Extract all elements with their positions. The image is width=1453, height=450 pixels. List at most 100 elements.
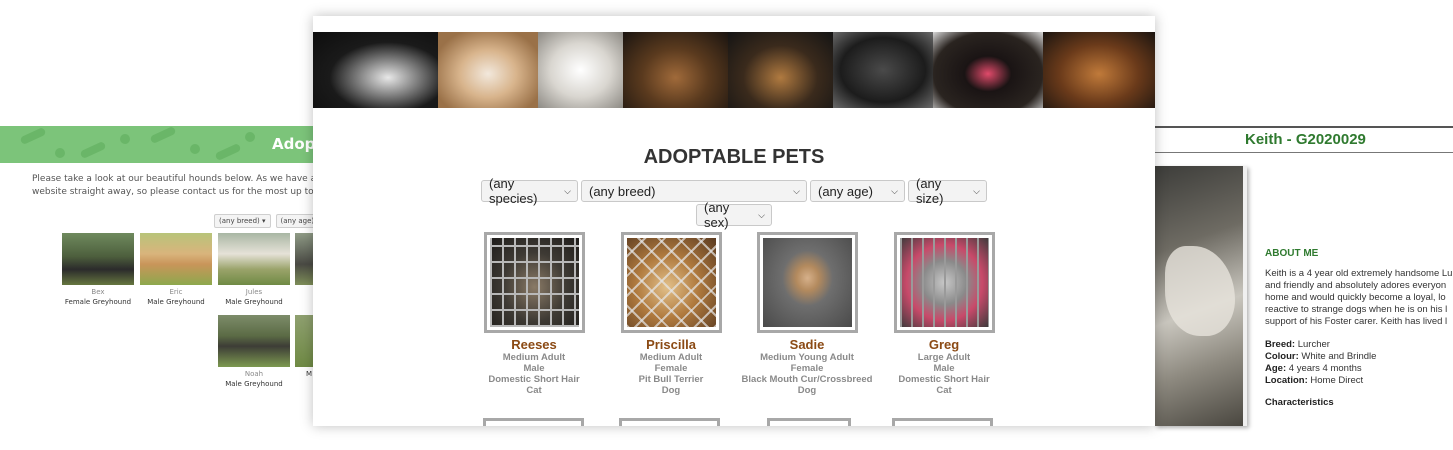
hound-photo: [140, 233, 212, 285]
sex-select[interactable]: (any sex) ⌵: [696, 200, 772, 230]
hound-photo: [62, 233, 134, 285]
species-select[interactable]: (any species) ⌵: [481, 176, 578, 206]
hound-card[interactable]: Bex Female Greyhound: [61, 233, 135, 306]
species-select-value: (any species): [489, 176, 538, 206]
about-line: support of his Foster carer. Keith has l…: [1265, 316, 1448, 327]
left-page-intro: Please take a look at our beautiful houn…: [32, 173, 322, 199]
left-page-banner: Adopt: [0, 126, 340, 163]
pet-photo-frame: [893, 232, 995, 333]
chevron-down-icon: ⌵: [973, 185, 980, 196]
fact-value: Home Direct: [1310, 375, 1364, 386]
fact-location: Location: Home Direct: [1265, 375, 1376, 387]
about-text: Keith is a 4 year old extremely handsome…: [1265, 268, 1453, 328]
chevron-down-icon: ⌵: [793, 185, 800, 196]
age-select[interactable]: (any age) ⌵: [810, 180, 905, 202]
characteristics-heading: Characteristics: [1265, 397, 1334, 408]
about-line: Keith is a 4 year old extremely handsome…: [1265, 268, 1453, 279]
pet-breed: Domestic Short Hair: [488, 374, 580, 385]
filter-bar: (any species) ⌵ (any breed) ⌵ (any age) …: [313, 176, 1155, 206]
pet-card-partial[interactable]: [767, 418, 851, 426]
age-select-value: (any age): [818, 183, 873, 199]
about-heading: ABOUT ME: [1265, 248, 1319, 259]
fact-breed: Breed: Lurcher: [1265, 339, 1376, 351]
pet-sex: Male: [933, 363, 955, 374]
chevron-down-icon: ⌵: [564, 185, 571, 196]
pet-profile-page: Keith - G2020029 ABOUT ME Keith is a 4 y…: [1155, 126, 1453, 426]
pet-photo-frame: [756, 232, 858, 333]
pet-name[interactable]: Priscilla: [601, 337, 741, 352]
profile-photo: [1155, 166, 1247, 426]
pet-species: Dog: [797, 385, 817, 396]
hound-desc: Male Greyhound: [225, 380, 283, 388]
fact-age: Age: 4 years 4 months: [1265, 363, 1376, 375]
hound-name: Bex: [91, 288, 105, 296]
breed-select[interactable]: (any breed) ⌵: [581, 180, 807, 202]
pet-card[interactable]: Priscilla Medium Adult Female Pit Bull T…: [601, 232, 741, 396]
pet-species: Cat: [526, 385, 542, 396]
profile-facts: Breed: Lurcher Colour: White and Brindle…: [1265, 339, 1376, 387]
hound-photo: [218, 315, 290, 367]
puppies-banner: [313, 32, 1155, 108]
left-filter-bar: (any breed) ▾ (any age) ▾: [214, 214, 325, 228]
pet-card[interactable]: Reeses Medium Adult Male Domestic Short …: [464, 232, 604, 396]
fact-value: Lurcher: [1297, 339, 1330, 350]
pet-breed: Black Mouth Cur/Crossbreed: [741, 374, 873, 385]
hound-desc: Male Greyhound: [147, 298, 205, 306]
pet-size-age: Medium Adult: [502, 352, 566, 363]
greyhound-adoption-page: Adopt Please take a look at our beautifu…: [0, 126, 340, 426]
hound-name: Jules: [245, 288, 263, 296]
pet-species: Cat: [936, 385, 952, 396]
pet-photo-frame: [620, 232, 722, 333]
fact-label: Colour:: [1265, 351, 1299, 362]
size-select[interactable]: (any size) ⌵: [908, 176, 987, 206]
hound-card[interactable]: Eric Male Greyhound: [139, 233, 213, 306]
pet-species: Dog: [661, 385, 681, 396]
fact-label: Breed:: [1265, 339, 1296, 350]
pet-name[interactable]: Sadie: [737, 337, 877, 352]
about-line: and friendly and absolutely adores every…: [1265, 280, 1447, 291]
page-title: ADOPTABLE PETS: [643, 146, 825, 168]
about-line: reactive to strange dogs when he is on h…: [1265, 304, 1448, 315]
pet-photo: [762, 238, 852, 327]
pet-sex: Male: [523, 363, 545, 374]
chevron-down-icon: ⌵: [758, 209, 765, 220]
pet-breed: Domestic Short Hair: [898, 374, 990, 385]
pet-breed: Pit Bull Terrier: [638, 374, 704, 385]
fact-colour: Colour: White and Brindle: [1265, 351, 1376, 363]
size-select-value: (any size): [916, 176, 944, 206]
intro-line: Please take a look at our beautiful houn…: [32, 174, 322, 184]
pet-photo: [626, 238, 716, 327]
about-line: home and would quickly become a loyal, l…: [1265, 292, 1446, 303]
hound-card[interactable]: Noah Male Greyhound: [217, 315, 291, 388]
intro-line: website straight away, so please contact…: [32, 187, 322, 197]
sex-select-value: (any sex): [704, 200, 730, 230]
pet-size-age: Medium Adult: [639, 352, 703, 363]
breed-select-value: (any breed): [589, 183, 656, 199]
pet-card-partial[interactable]: [892, 418, 993, 426]
hound-name: Noah: [244, 370, 264, 378]
pet-photo: [899, 238, 989, 327]
hound-card[interactable]: Jules Male Greyhound: [217, 233, 291, 306]
pet-card-partial[interactable]: [483, 418, 584, 426]
left-breed-filter[interactable]: (any breed) ▾: [214, 214, 271, 228]
pet-name[interactable]: Reeses: [464, 337, 604, 352]
adoptable-pets-page: ADOPTABLE PETS (any species) ⌵ (any bree…: [313, 16, 1155, 426]
hound-name: Eric: [169, 288, 183, 296]
pet-card[interactable]: Sadie Medium Young Adult Female Black Mo…: [737, 232, 877, 396]
pet-sex: Female: [654, 363, 688, 374]
pet-card[interactable]: Greg Large Adult Male Domestic Short Hai…: [874, 232, 1014, 396]
pet-size-age: Medium Young Adult: [760, 352, 854, 363]
title-divider: [1155, 152, 1453, 153]
fact-value: 4 years 4 months: [1288, 363, 1362, 374]
pet-card-partial[interactable]: [619, 418, 720, 426]
pet-name[interactable]: Greg: [874, 337, 1014, 352]
chevron-down-icon: ⌵: [891, 185, 898, 196]
fact-value: White and Brindle: [1301, 351, 1377, 362]
pet-photo-frame: [483, 232, 585, 333]
title-divider: [1155, 126, 1453, 128]
hound-desc: Female Greyhound: [64, 298, 132, 306]
fact-label: Location:: [1265, 375, 1308, 386]
hound-desc: Male Greyhound: [225, 298, 283, 306]
profile-title: Keith - G2020029: [1245, 131, 1366, 148]
fact-label: Age:: [1265, 363, 1287, 374]
